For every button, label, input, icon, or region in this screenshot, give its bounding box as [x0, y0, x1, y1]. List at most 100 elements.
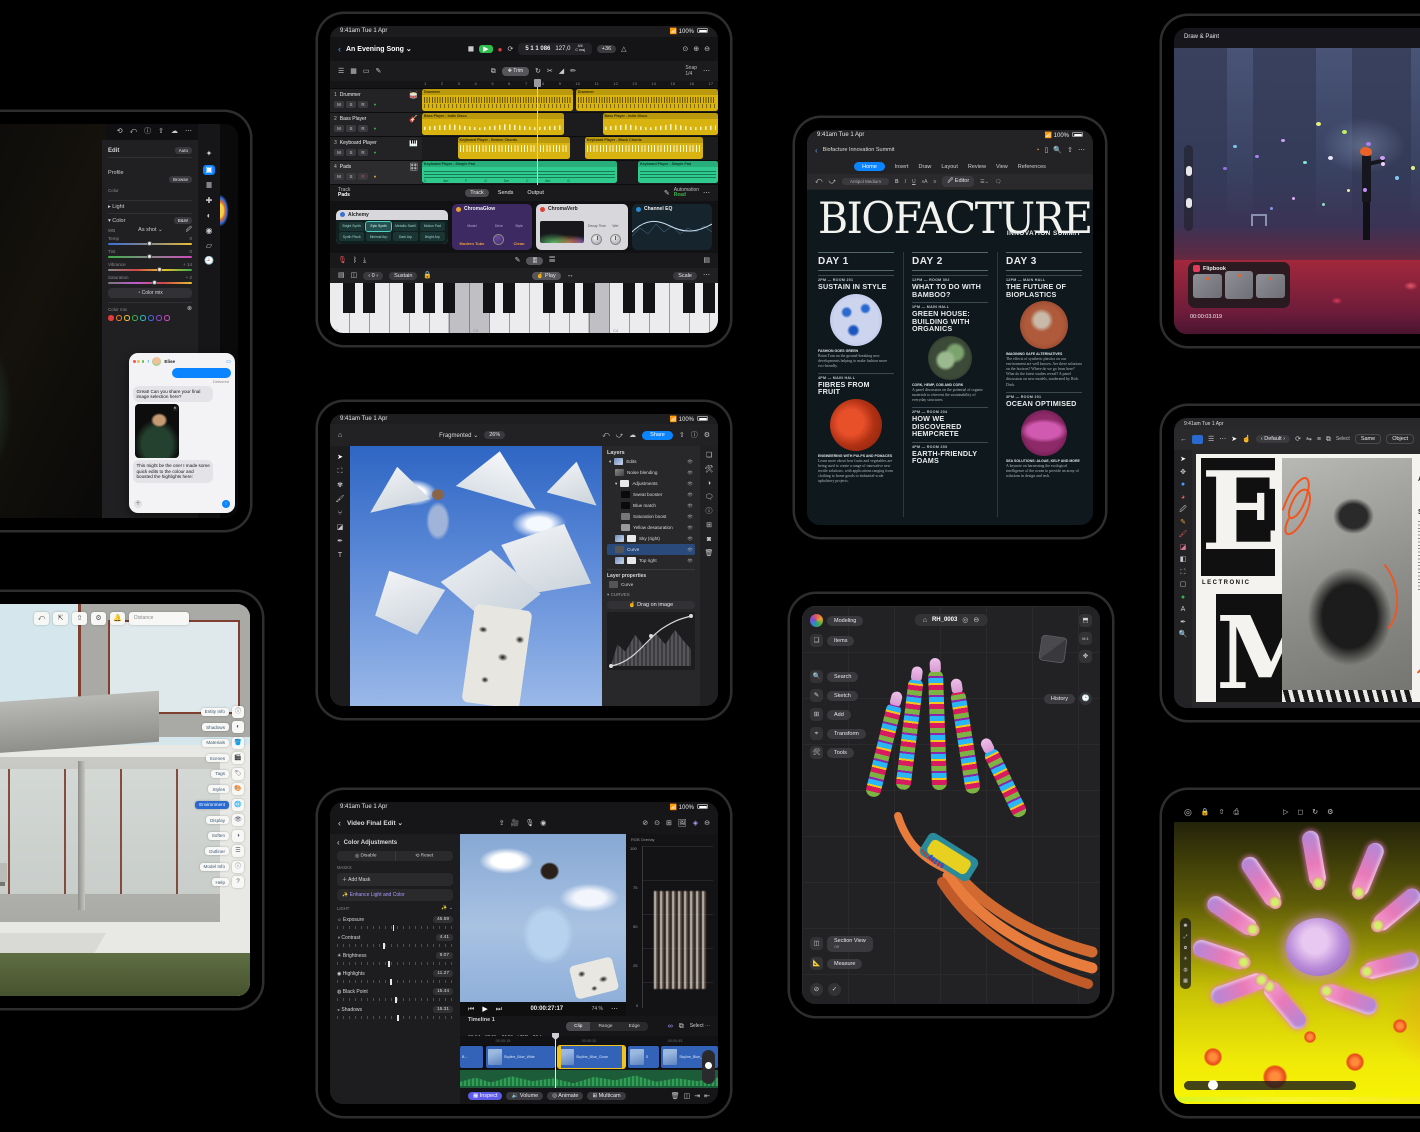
black-keys[interactable] [330, 283, 718, 313]
clip-mode[interactable]: Clip [566, 1022, 590, 1031]
insert-icon[interactable]: ⇥ [694, 1093, 700, 1100]
refresh-icon[interactable]: ↻ [1312, 809, 1318, 816]
fade-tool-icon[interactable]: ◢ [559, 68, 564, 75]
flipbook-panel[interactable]: Flipbook [1188, 262, 1290, 308]
more-icon[interactable]: ⋯ [703, 272, 710, 279]
zoom-level[interactable]: 26% [484, 431, 505, 439]
layer-row[interactable]: Noise blending👁 [607, 467, 695, 478]
tags-icon[interactable]: 🏷 [232, 768, 244, 780]
overwrite-icon[interactable]: ⇤ [704, 1093, 710, 1100]
layer-row-selected[interactable]: Curve👁 [607, 544, 695, 555]
target-icon[interactable]: ◎ [1184, 808, 1192, 817]
green-dot[interactable] [132, 315, 138, 321]
region[interactable]: Keyboard Player - Block Chords [585, 137, 703, 159]
redo-icon[interactable]: ⤻ [616, 432, 623, 439]
clone-tool-icon[interactable]: ⑂ [338, 510, 342, 517]
tab-insert[interactable]: Insert [895, 164, 909, 170]
sketch-tool[interactable]: Sketch [827, 691, 858, 701]
rotate-icon[interactable]: ⟳ [1295, 436, 1301, 443]
volume-button[interactable]: 🔉 Volume [506, 1092, 543, 1100]
timeline-ruler[interactable]: 00:00:1500:00:3000:00:45 [460, 1036, 718, 1045]
document-icon[interactable] [1192, 435, 1203, 444]
brush-slider-rail[interactable] [1184, 145, 1193, 231]
cloud-icon[interactable]: ☁ [171, 128, 178, 135]
track-tab[interactable]: Track [465, 189, 489, 197]
layer-row[interactable]: Sky (right)👁 [607, 533, 695, 544]
project-title[interactable]: An Evening Song ⌄ [346, 45, 412, 53]
isolate-icon[interactable]: ⊘ [810, 983, 823, 996]
section-view-icon[interactable]: ◫ [810, 937, 823, 950]
tracks-view-icon[interactable]: ☰ [338, 68, 344, 75]
revert-icon[interactable]: ⟲ [117, 128, 123, 135]
region[interactable]: Keyboard Player - Simple Pad C Am F G Dm… [422, 161, 617, 183]
automation-pen-icon[interactable]: ✎ [664, 190, 670, 197]
saturation-slider[interactable] [108, 282, 192, 284]
keys-icon[interactable]: ▤ [338, 272, 345, 279]
color-tool-icon[interactable]: ● [1181, 481, 1185, 488]
magenta-dot[interactable] [164, 315, 170, 321]
pencil-tool-icon[interactable]: ✎ [1180, 519, 1186, 526]
tab-home[interactable]: Home [854, 162, 885, 171]
browse-button[interactable]: Browse [169, 176, 192, 183]
photo-attachment[interactable]: ✕ [135, 404, 179, 458]
temp-slider[interactable] [108, 243, 192, 245]
styles-icon[interactable]: 🎨 [232, 783, 244, 795]
settings-icon[interactable]: ⚙ [91, 612, 106, 625]
grid-icon[interactable]: ⊞ [666, 820, 672, 827]
mixer-icon[interactable]: ⊕ [693, 46, 699, 53]
yellow-dot[interactable] [124, 315, 130, 321]
more-icon[interactable]: ⋯ [1078, 147, 1085, 154]
geometry-icon[interactable]: ▱ [206, 242, 212, 250]
chromaglow-plugin[interactable]: ChromaGlow ModelModern Tube Drive StyleC… [452, 204, 532, 250]
undo-icon[interactable]: ⤺ [815, 178, 822, 185]
preset-selector[interactable]: ‹ Default › [1256, 435, 1290, 443]
stop-button[interactable]: ◼ [468, 45, 475, 53]
comments-icon[interactable]: 🗨 [705, 494, 714, 501]
count-in-button[interactable]: +36 [597, 45, 616, 53]
delete-icon[interactable]: 🗑 [671, 1093, 680, 1100]
editor-button[interactable]: 🖉 Editor [942, 176, 974, 187]
more-icon[interactable]: ⋯ [185, 128, 192, 135]
document-title[interactable]: Biofacture Innovation Summit [823, 147, 895, 153]
duplicate-icon[interactable]: ⧉ [1326, 436, 1331, 443]
styles-button[interactable]: Styles [208, 785, 229, 793]
traffic-lights[interactable] [133, 360, 144, 363]
light-auto-icon[interactable]: ✨ ⌄ [441, 905, 453, 911]
more-icon[interactable]: ⋯ [703, 190, 710, 197]
region[interactable]: Keyboard Player - Simple Pad [638, 161, 718, 183]
document-chip[interactable]: ⌂ RH_0003 ◎ ⊖ [915, 614, 988, 626]
wet-knob[interactable] [610, 234, 621, 245]
layer-group-row[interactable]: ▾Adjustments👁 [607, 478, 695, 489]
info-icon[interactable]: ⓘ [144, 128, 151, 135]
same-button[interactable]: Same [1355, 434, 1381, 444]
environment-button[interactable]: Environment [195, 801, 229, 809]
search-icon[interactable]: 🔍 [810, 670, 823, 683]
add-tool[interactable]: Add [827, 710, 851, 720]
lcd-display[interactable]: 5 1 1 086 127,0 4/4C maj [518, 43, 591, 55]
cloud-icon[interactable]: ☁ [629, 432, 636, 439]
region[interactable]: Bass Player - Indie Disco [422, 113, 564, 135]
preset[interactable]: Minimal Arp [366, 232, 391, 241]
flip-icon[interactable]: ⇋ [1306, 436, 1312, 443]
document-title[interactable]: Fragmented ⌄ [439, 432, 478, 439]
preset[interactable]: Metallic Swell [393, 222, 418, 231]
inspect-button[interactable]: ▦ Inspect [468, 1092, 502, 1100]
bold-button[interactable]: B [895, 179, 899, 185]
visibility-icon[interactable]: 👁 [687, 459, 693, 465]
layer-row[interactable]: Top right👁 [607, 555, 695, 566]
fill-tool-icon[interactable]: ◧ [1180, 556, 1187, 563]
mic-icon[interactable]: 🎙 [525, 820, 534, 827]
shadows-icon[interactable]: ◐ [232, 721, 244, 733]
animation-canvas[interactable]: Flipbook 00:00:03.019 [1174, 48, 1420, 334]
history-icon[interactable]: 🕘 [204, 257, 214, 265]
info-icon[interactable]: ⓘ [706, 508, 713, 515]
playhead-handle[interactable] [534, 79, 541, 87]
metronome-icon[interactable]: △ [621, 46, 626, 53]
export-icon[interactable]: ⇧ [679, 432, 685, 439]
keyboard-view-icon[interactable]: ▤ [703, 257, 710, 264]
draw-tool-icon[interactable]: ✏ [570, 68, 576, 75]
soften-icon[interactable]: ◑ [232, 830, 244, 842]
piano-keyboard[interactable]: C2 C3 C4 [330, 283, 718, 333]
brush-tool-icon[interactable]: 🖌 [336, 496, 345, 503]
audio-track[interactable] [460, 1070, 718, 1088]
